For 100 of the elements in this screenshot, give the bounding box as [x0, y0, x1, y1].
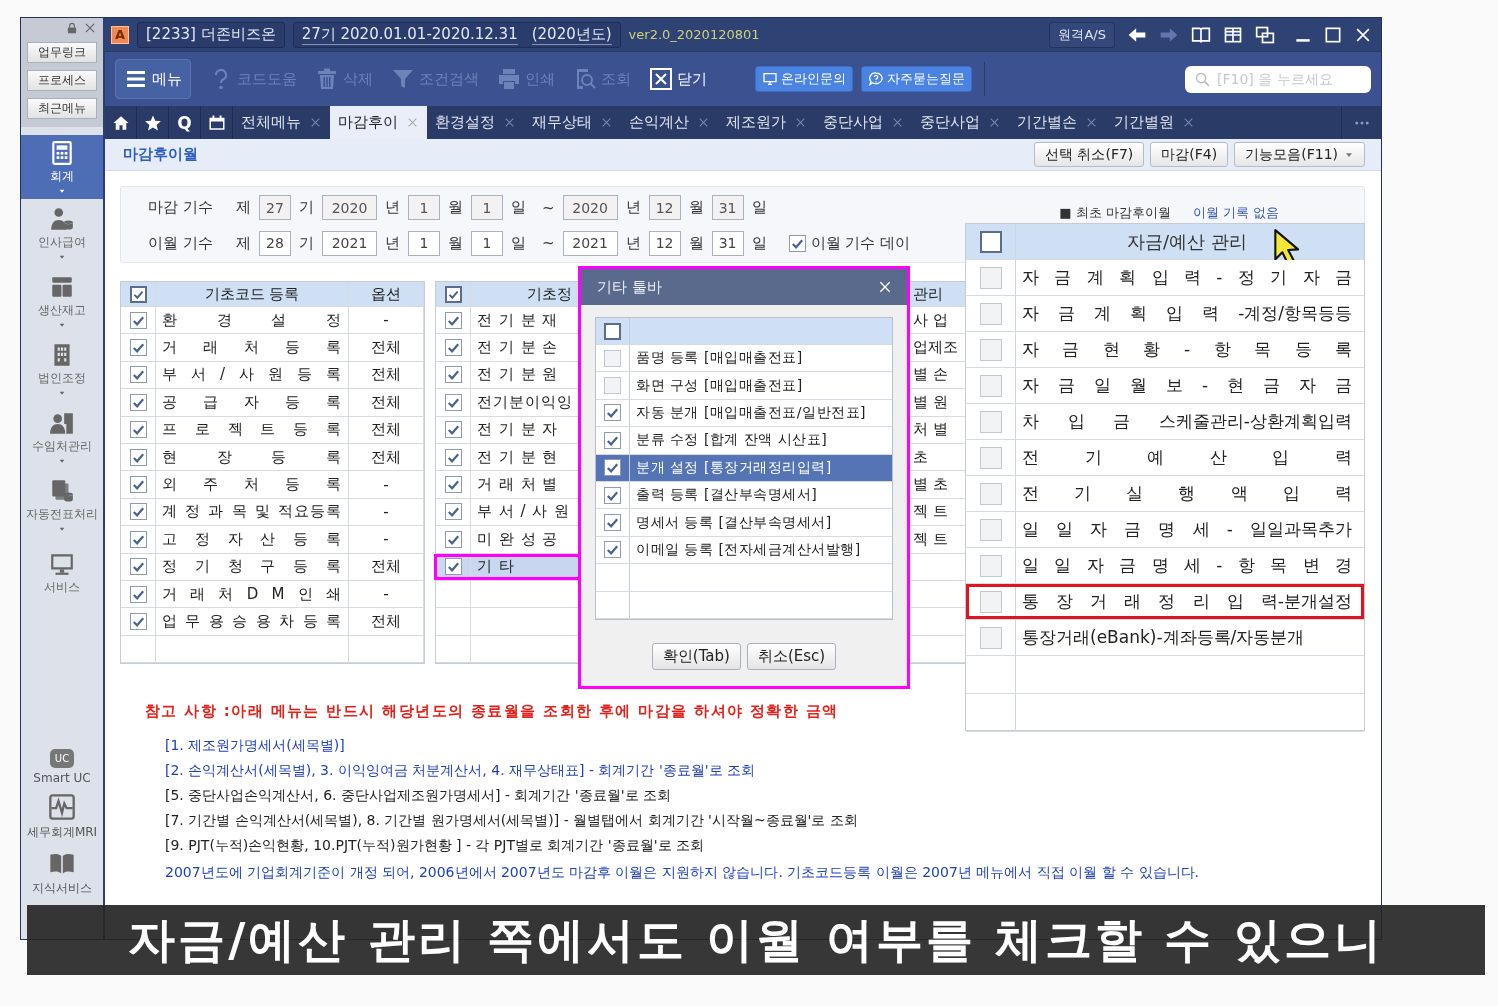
module-item[interactable]: 서비스 — [21, 539, 103, 607]
list-row[interactable]: 분개 설정 [통장거래정리입력] — [596, 454, 892, 482]
table-row[interactable]: 기 타 — [436, 553, 579, 581]
checkbox[interactable] — [979, 446, 1002, 469]
checkbox[interactable] — [444, 339, 462, 357]
checkbox[interactable] — [129, 448, 147, 466]
input-field[interactable]: 2021 — [562, 230, 618, 256]
checkbox[interactable] — [444, 530, 462, 548]
checkbox[interactable] — [979, 626, 1002, 649]
input-field[interactable]: 28 — [259, 230, 291, 256]
checkbox[interactable] — [604, 322, 621, 340]
list-row[interactable]: 출력 등록 [결산부속명세서] — [596, 481, 892, 510]
table-row[interactable]: 통장거래(eBank)-계좌등록/자동분개 — [966, 620, 1364, 656]
tab-close-icon[interactable] — [1182, 116, 1195, 129]
table-row[interactable]: 자 금 계 획 입 력 - 정 기 자 금 — [966, 260, 1364, 296]
checkbox[interactable] — [129, 585, 147, 603]
input-field[interactable]: 12 — [648, 230, 681, 256]
tab[interactable]: 기간별손 — [1017, 113, 1077, 132]
tab-close-icon[interactable] — [794, 116, 807, 129]
list-row[interactable]: 이메일 등록 [전자세금계산서발행] — [596, 536, 892, 565]
calendar-icon[interactable] — [207, 113, 226, 132]
windows-icon[interactable] — [1255, 24, 1275, 45]
checkbox[interactable] — [604, 514, 621, 532]
checkbox[interactable] — [979, 338, 1002, 361]
list-row[interactable]: 자동 분개 [매입매출전표/일반전표] — [596, 399, 892, 428]
action-button[interactable]: 마감(F4) — [1150, 142, 1229, 167]
checkbox[interactable] — [129, 339, 147, 357]
checkbox[interactable] — [129, 311, 147, 329]
tab[interactable]: 재무상태 — [532, 113, 592, 132]
input-field[interactable]: 1 — [408, 230, 440, 256]
checkbox[interactable] — [604, 541, 621, 559]
table-row[interactable]: 자 금 일 월 보 - 현 금 자 금 — [966, 368, 1364, 404]
checkbox[interactable] — [979, 302, 1002, 325]
remote-support-button[interactable]: 원격A/S — [1049, 21, 1115, 48]
action-button[interactable]: 선택 취소(F7) — [1033, 142, 1145, 167]
checkbox[interactable] — [979, 230, 1002, 253]
module-item[interactable]: 수임처관리 — [21, 403, 103, 471]
list-row[interactable]: 명세서 등록 [결산부속명세서] — [596, 509, 892, 537]
checkbox[interactable] — [604, 404, 621, 422]
company-field[interactable]: [2233] 더존비즈온 — [137, 21, 285, 48]
toolbar-button[interactable]: 메뉴 — [115, 59, 191, 99]
list-row[interactable]: 품명 등록 [매입매출전표] — [596, 345, 892, 373]
checkbox[interactable] — [444, 393, 462, 411]
service-label[interactable]: Smart UC — [33, 771, 91, 785]
link-button[interactable]: 자주묻는질문 — [861, 66, 972, 92]
checkbox[interactable] — [129, 613, 147, 630]
pulse-chart-icon[interactable] — [48, 793, 76, 821]
tab-close-icon[interactable] — [697, 116, 710, 129]
checkbox[interactable] — [444, 366, 462, 384]
dialog-button[interactable]: 확인(Tab) — [651, 643, 741, 670]
close-icon[interactable] — [877, 279, 893, 295]
checkbox[interactable] — [129, 421, 147, 439]
checkbox[interactable] — [604, 459, 621, 477]
checkbox[interactable] — [979, 266, 1002, 289]
checkbox[interactable] — [129, 285, 147, 303]
input-field[interactable]: 1 — [471, 230, 503, 256]
checkbox[interactable] — [129, 393, 147, 411]
list-row[interactable]: 분류 수정 [합계 잔액 시산표] — [596, 427, 892, 455]
table-row[interactable]: 자 금 계 획 입 력 -계정/항목등등 — [966, 296, 1364, 332]
checkbox[interactable] — [129, 558, 147, 576]
checkbox[interactable] — [444, 558, 462, 576]
checkbox[interactable] — [979, 590, 1002, 613]
shortcut-button[interactable]: 최근메뉴 — [27, 98, 97, 119]
table-row[interactable]: 차 입 금 스케줄관리-상환계획입력 — [966, 404, 1364, 440]
table-row[interactable]: 전 기 실 행 액 입 력 — [966, 476, 1364, 512]
shortcut-button[interactable]: 업무링크 — [27, 42, 97, 63]
checkbox[interactable] — [444, 448, 462, 466]
checkbox[interactable] — [444, 476, 462, 494]
tab[interactable]: 손익계산 — [629, 113, 689, 132]
checkbox[interactable] — [979, 518, 1002, 541]
checkbox[interactable] — [979, 410, 1002, 433]
tab[interactable]: 중단사업 — [920, 113, 980, 132]
service-label[interactable]: 지식서비스 — [32, 880, 92, 897]
tab[interactable]: 전체메뉴 — [241, 113, 301, 132]
checkbox[interactable] — [788, 234, 806, 252]
input-field[interactable]: 31 — [711, 230, 744, 256]
list-row[interactable]: 화면 구성 [매입매출전표] — [596, 372, 892, 400]
tab[interactable]: 제조원가 — [726, 113, 786, 132]
module-item[interactable]: 생산재고 — [21, 267, 103, 335]
checkbox[interactable] — [604, 431, 621, 449]
checkbox[interactable] — [979, 482, 1002, 505]
tab-close-icon[interactable] — [891, 116, 904, 129]
search-field[interactable]: [F10] 을 누르세요 — [1185, 65, 1371, 93]
action-button[interactable]: 기능모음(F11) — [1234, 142, 1365, 167]
module-item[interactable]: 법인조정 — [21, 335, 103, 403]
input-field[interactable]: 2021 — [322, 230, 377, 256]
period-field[interactable]: 27기 2020.01.01-2020.12.31 (2020년도) — [292, 21, 621, 48]
module-item[interactable]: 자동전표처리 — [21, 471, 103, 539]
shortcut-button[interactable]: 프로세스 — [27, 70, 97, 91]
checkbox[interactable] — [444, 311, 462, 329]
checkbox[interactable] — [979, 374, 1002, 397]
checkbox[interactable] — [129, 366, 147, 384]
module-item[interactable]: 인사급여 — [21, 199, 103, 267]
link-button[interactable]: 온라인문의 — [755, 66, 853, 92]
tab[interactable]: 중단사업 — [823, 113, 883, 132]
uc-badge[interactable]: UC — [49, 749, 75, 768]
checkbox[interactable] — [604, 377, 621, 395]
dialog-button[interactable]: 취소(Esc) — [746, 643, 837, 670]
tab-close-icon[interactable] — [600, 116, 613, 129]
checkbox[interactable] — [444, 421, 462, 439]
